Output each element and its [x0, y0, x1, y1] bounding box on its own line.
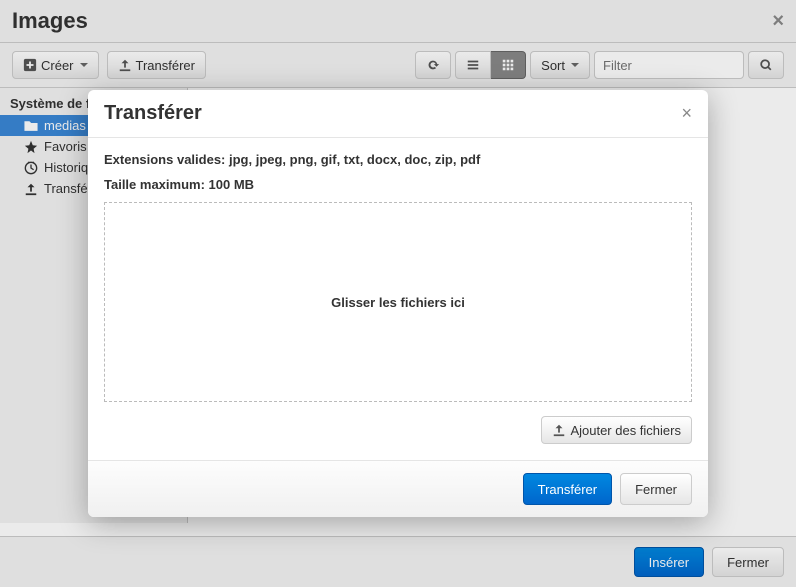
maxsize-info: Taille maximum: 100 MB: [104, 177, 692, 192]
add-files-button[interactable]: Ajouter des fichiers: [541, 416, 692, 444]
extensions-info: Extensions valides: jpg, jpeg, png, gif,…: [104, 152, 692, 167]
dropzone[interactable]: Glisser les fichiers ici: [104, 202, 692, 402]
modal-overlay[interactable]: Transférer × Extensions valides: jpg, jp…: [0, 0, 796, 587]
modal-body: Extensions valides: jpg, jpeg, png, gif,…: [88, 138, 708, 460]
modal-header: Transférer ×: [88, 90, 708, 138]
modal-footer: Transférer Fermer: [88, 460, 708, 517]
add-files-label: Ajouter des fichiers: [570, 423, 681, 438]
dropzone-text: Glisser les fichiers ici: [331, 295, 465, 310]
close-icon[interactable]: ×: [681, 103, 692, 124]
modal-transfer-button[interactable]: Transférer: [523, 473, 612, 505]
transfer-modal: Transférer × Extensions valides: jpg, jp…: [88, 90, 708, 517]
modal-close-button[interactable]: Fermer: [620, 473, 692, 505]
upload-icon: [552, 423, 566, 437]
modal-title: Transférer: [104, 102, 202, 125]
